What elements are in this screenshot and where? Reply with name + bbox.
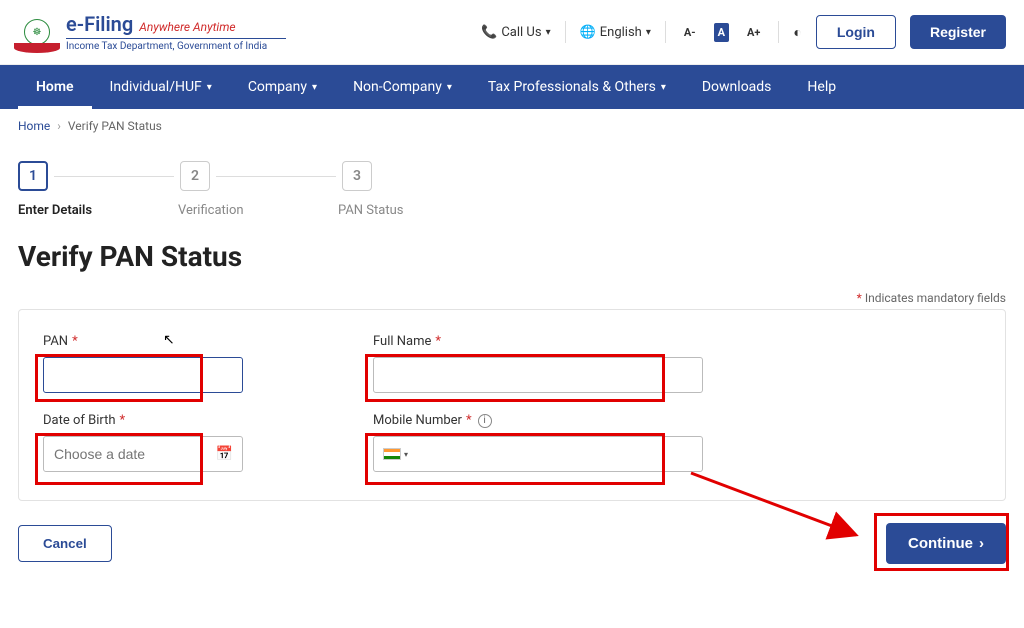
efile-title: e-Filing bbox=[66, 12, 133, 36]
stepper: 1 2 3 bbox=[0, 143, 1024, 197]
nav-help[interactable]: Help bbox=[789, 65, 854, 109]
header-controls: 📞 Call Us ▾ 🌐 English ▾ A- A A+ ◐ Login … bbox=[481, 15, 1006, 49]
register-button[interactable]: Register bbox=[910, 15, 1006, 49]
chevron-down-icon: ▾ bbox=[404, 450, 408, 459]
nav-company[interactable]: Company▾ bbox=[230, 65, 335, 109]
mandatory-note: * Indicates mandatory fields bbox=[18, 291, 1006, 305]
font-decrease[interactable]: A- bbox=[680, 23, 700, 42]
fullname-input[interactable] bbox=[373, 357, 703, 393]
nav-downloads[interactable]: Downloads bbox=[684, 65, 790, 109]
main-nav: Home Individual/HUF▾ Company▾ Non-Compan… bbox=[0, 65, 1024, 109]
india-flag-icon bbox=[383, 448, 401, 460]
language-dropdown[interactable]: 🌐 English ▾ bbox=[580, 25, 651, 40]
nav-non-company[interactable]: Non-Company▾ bbox=[335, 65, 470, 109]
breadcrumb-current: Verify PAN Status bbox=[68, 119, 162, 133]
page-body: Verify PAN Status * Indicates mandatory … bbox=[0, 240, 1024, 594]
chevron-down-icon: ▾ bbox=[447, 82, 452, 93]
dob-label: Date of Birth * bbox=[43, 413, 243, 428]
globe-icon: 🌐 bbox=[580, 25, 596, 40]
mobile-input[interactable] bbox=[373, 436, 703, 472]
contrast-icon[interactable]: ◐ bbox=[793, 24, 801, 41]
form-actions: Cancel Continue › bbox=[18, 523, 1006, 564]
chevron-down-icon: ▾ bbox=[312, 82, 317, 93]
divider bbox=[778, 21, 779, 43]
chevron-down-icon: ▾ bbox=[661, 82, 666, 93]
nav-home[interactable]: Home bbox=[18, 65, 92, 109]
step-connector bbox=[216, 176, 336, 177]
header: ☸ e-Filing Anywhere Anytime Income Tax D… bbox=[0, 0, 1024, 65]
call-us-dropdown[interactable]: 📞 Call Us ▾ bbox=[481, 25, 550, 40]
chevron-down-icon: ▾ bbox=[207, 82, 212, 93]
logo[interactable]: ☸ e-Filing Anywhere Anytime Income Tax D… bbox=[18, 12, 286, 52]
step-1-number: 1 bbox=[18, 161, 48, 191]
step-1-label: Enter Details bbox=[18, 203, 178, 218]
dept-subtext: Income Tax Department, Government of Ind… bbox=[66, 41, 286, 52]
breadcrumb-separator: › bbox=[57, 119, 61, 133]
call-us-label: Call Us bbox=[501, 25, 541, 40]
pan-input[interactable] bbox=[43, 357, 243, 393]
chevron-right-icon: › bbox=[979, 535, 984, 552]
login-button[interactable]: Login bbox=[816, 15, 896, 49]
language-label: English bbox=[600, 25, 642, 40]
divider bbox=[665, 21, 666, 43]
country-code-selector[interactable]: ▾ bbox=[383, 448, 408, 460]
emblem-icon: ☸ bbox=[18, 13, 56, 51]
info-icon[interactable]: i bbox=[478, 414, 492, 428]
phone-icon: 📞 bbox=[481, 25, 497, 40]
dob-group: Date of Birth * 📅 bbox=[43, 413, 243, 472]
dob-input[interactable] bbox=[43, 436, 243, 472]
fullname-label: Full Name * bbox=[373, 334, 703, 349]
continue-button[interactable]: Continue › bbox=[886, 523, 1006, 564]
stepper-labels: Enter Details Verification PAN Status bbox=[0, 197, 1024, 228]
tagline: Anywhere Anytime bbox=[139, 20, 235, 34]
breadcrumb-home[interactable]: Home bbox=[18, 119, 50, 133]
page-title: Verify PAN Status bbox=[18, 240, 1006, 273]
fullname-group: Full Name * bbox=[373, 334, 703, 393]
step-2-number: 2 bbox=[180, 161, 210, 191]
logo-text: e-Filing Anywhere Anytime Income Tax Dep… bbox=[66, 12, 286, 52]
cancel-button[interactable]: Cancel bbox=[18, 525, 112, 562]
pan-group: PAN * ↖ bbox=[43, 334, 243, 393]
chevron-down-icon: ▾ bbox=[646, 27, 651, 38]
nav-tax-professionals[interactable]: Tax Professionals & Others▾ bbox=[470, 65, 684, 109]
font-normal[interactable]: A bbox=[714, 23, 729, 42]
nav-individual[interactable]: Individual/HUF▾ bbox=[92, 65, 230, 109]
mobile-label: Mobile Number * i bbox=[373, 413, 703, 428]
step-3-label: PAN Status bbox=[338, 203, 403, 218]
step-3-number: 3 bbox=[342, 161, 372, 191]
breadcrumb: Home › Verify PAN Status bbox=[0, 109, 1024, 143]
mobile-group: Mobile Number * i ▾ bbox=[373, 413, 703, 472]
step-connector bbox=[54, 176, 174, 177]
pan-label: PAN * bbox=[43, 334, 243, 349]
step-2-label: Verification bbox=[178, 203, 338, 218]
form-card: PAN * ↖ Full Name * Date of Birth * 📅 bbox=[18, 309, 1006, 501]
font-increase[interactable]: A+ bbox=[743, 23, 764, 42]
divider bbox=[565, 21, 566, 43]
chevron-down-icon: ▾ bbox=[546, 27, 551, 38]
